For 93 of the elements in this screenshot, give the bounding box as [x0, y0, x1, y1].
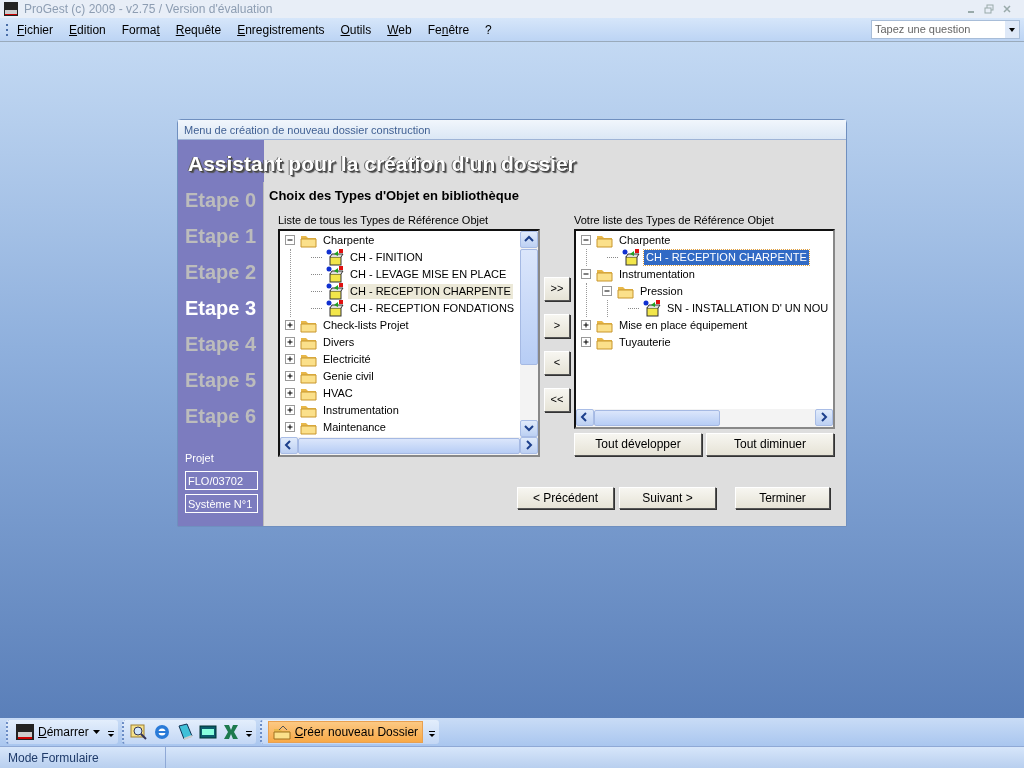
tree-item[interactable]: SN - INSTALLATION D' UN NOU: [665, 300, 831, 316]
expand-toggle[interactable]: [285, 336, 296, 348]
tree-item[interactable]: HVAC: [321, 385, 355, 401]
step-label: Etape 0: [185, 188, 258, 213]
tree-item[interactable]: Electricité: [321, 351, 373, 367]
step-label: Etape 3: [185, 296, 258, 321]
scrollbar-thumb[interactable]: [520, 248, 538, 365]
menu-item[interactable]: Fenêtre: [419, 20, 478, 39]
expand-toggle[interactable]: [285, 421, 296, 433]
task-button[interactable]: Créer nouveau Dossier: [267, 721, 424, 743]
scroll-up-button[interactable]: [520, 230, 538, 248]
field-label: Projet: [185, 451, 215, 466]
caret-icon: [92, 729, 100, 735]
expand-toggle[interactable]: [581, 319, 592, 331]
window-title: ProGest (c) 2009 - v2.75 / Version d'évaluation: [24, 1, 273, 18]
scrollbar-thumb[interactable]: [298, 437, 520, 454]
tree-item[interactable]: Maintenance: [321, 419, 388, 435]
tree-item[interactable]: Pression: [638, 283, 685, 299]
app-icon: [16, 724, 34, 740]
menu-item[interactable]: Web: [379, 20, 420, 39]
object-icon: [326, 265, 344, 283]
menu-item[interactable]: Enregistrements: [229, 20, 333, 39]
expand-toggle[interactable]: [285, 387, 296, 399]
spreadsheet-icon[interactable]: [221, 723, 240, 741]
tree-item[interactable]: Charpente: [321, 232, 377, 248]
expand-toggle[interactable]: [285, 370, 296, 382]
transfer-button[interactable]: <: [544, 350, 570, 375]
tree-button[interactable]: Tout développer: [574, 432, 702, 456]
tree-item[interactable]: CH - RECEPTION FONDATIONS: [348, 300, 517, 316]
step-label: Etape 4: [185, 332, 258, 357]
transfer-button[interactable]: >>: [544, 276, 570, 301]
section-heading: Choix des Types d'Objet en bibliothèque: [269, 187, 520, 205]
step-label: Etape 1: [185, 224, 258, 249]
collapse-toggle[interactable]: [285, 234, 296, 246]
object-icon: [326, 282, 344, 300]
tree-button[interactable]: Tout diminuer: [706, 432, 834, 456]
scroll-left-button[interactable]: [280, 436, 298, 454]
tree-item[interactable]: Genie civil: [321, 368, 376, 384]
tree-item[interactable]: Divers: [321, 334, 357, 350]
expand-toggle[interactable]: [285, 404, 296, 416]
nav-button[interactable]: Suivant >: [619, 486, 716, 509]
tree-item[interactable]: CH - RECEPTION CHARPENTE: [348, 283, 513, 299]
list-label: Liste de tous les Types de Référence Objet: [278, 212, 490, 228]
project-field: Système N°1: [185, 493, 258, 513]
list-label: Votre liste des Types de Référence Objet: [574, 212, 775, 228]
tree-item[interactable]: CH - FINITION: [348, 249, 425, 265]
status-text: Mode Formulaire: [0, 747, 166, 768]
terminal-icon[interactable]: [198, 723, 217, 741]
step-label: Etape 6: [185, 404, 258, 429]
tree-item[interactable]: Charpente: [617, 232, 673, 248]
scroll-down-button[interactable]: [520, 419, 538, 437]
scroll-left-button[interactable]: [576, 408, 594, 426]
tree-item[interactable]: CH - RECEPTION CHARPENTE: [644, 249, 809, 265]
scroll-right-button[interactable]: [815, 408, 833, 426]
expand-toggle[interactable]: [285, 353, 296, 365]
transfer-button[interactable]: <<: [544, 387, 570, 412]
menu-item[interactable]: Format: [113, 20, 168, 39]
tree-item[interactable]: Instrumentation: [321, 402, 401, 418]
menu-item[interactable]: Outils: [332, 20, 380, 39]
tree-item[interactable]: CH - LEVAGE MISE EN PLACE: [348, 266, 509, 282]
object-icon: [326, 299, 344, 317]
dialog-title: Menu de création de nouveau dossier construction: [178, 120, 846, 140]
grip-icon: [6, 22, 9, 37]
scrollbar-thumb[interactable]: [594, 409, 720, 426]
menu-item[interactable]: Fichier: [9, 20, 62, 39]
tree-item[interactable]: Mise en place équipement: [617, 317, 750, 333]
tree-item[interactable]: Tuyauterie: [617, 334, 673, 350]
object-icon: [643, 299, 661, 317]
object-icon: [622, 248, 640, 266]
scroll-right-button[interactable]: [520, 436, 538, 454]
step-label: Etape 2: [185, 260, 258, 285]
app-icon: [4, 2, 18, 16]
collapse-toggle[interactable]: [581, 268, 592, 280]
nav-button[interactable]: < Précédent: [517, 486, 614, 509]
step-label: Etape 5: [185, 368, 258, 393]
collapse-toggle[interactable]: [602, 285, 613, 297]
menu-item[interactable]: Requête: [167, 20, 230, 39]
dropdown-icon[interactable]: [1005, 21, 1019, 38]
folder-icon: [272, 724, 291, 740]
transfer-button[interactable]: >: [544, 313, 570, 338]
expand-toggle[interactable]: [581, 336, 592, 348]
expand-toggle[interactable]: [285, 319, 296, 331]
tree-item[interactable]: Instrumentation: [617, 266, 697, 282]
nav-button[interactable]: Terminer: [735, 486, 830, 509]
object-icon: [326, 248, 344, 266]
question-field[interactable]: Tapez une question: [871, 20, 1020, 39]
menu-item[interactable]: ?: [477, 20, 500, 39]
browser-icon[interactable]: [152, 723, 171, 741]
project-field: FLO/03702: [185, 470, 258, 490]
menu-item[interactable]: Edition: [61, 20, 114, 39]
search-icon[interactable]: [129, 723, 148, 741]
tree-item[interactable]: Check-lists Projet: [321, 317, 411, 333]
collapse-toggle[interactable]: [581, 234, 592, 246]
